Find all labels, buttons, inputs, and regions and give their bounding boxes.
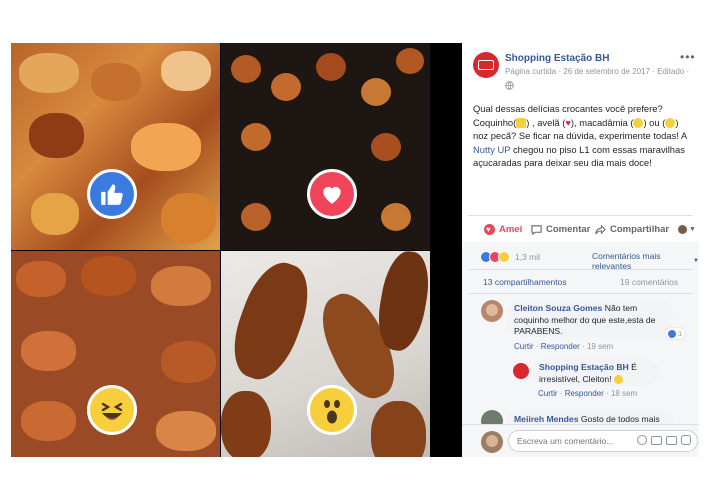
comment-text: Meiireh Mendes Gosto de todos mais [514,414,660,424]
like-small-icon [668,329,676,338]
composer-icons [637,435,691,445]
user-avatar [481,431,503,453]
post-text-line: açucaradas para deixar seu dia mais doce… [473,157,652,169]
comment-line: coquinho melhor do que este,esta de [514,314,656,325]
wow-emoji-icon [665,118,676,129]
reaction-summary-icons[interactable]: 1,3 mil [480,251,540,263]
post-photo[interactable] [11,43,461,457]
amei-button[interactable]: ♥ Amei [484,224,522,235]
more-horizontal-icon[interactable]: ••• [680,51,696,63]
reply-avatar[interactable] [513,363,529,379]
comment-fragment: Gosto de todos mais [578,414,660,424]
caret-down-icon: ▼ [693,258,699,264]
sort-label: Comentários mais relevantes [592,251,661,271]
post-text: Qual dessas delícias crocantes você pref… [473,102,695,170]
globe-icon [505,77,514,95]
comment-author-link[interactable]: Cleiton Souza Gomes [514,303,602,313]
post-text-fragment: ), macadâmia ( [570,116,634,128]
commenter-avatar[interactable] [481,300,503,322]
post-lightbox: Shopping Estação BH Página curtida · 26 … [11,43,699,457]
small-avatar-icon [678,225,687,234]
post-text-line: Coquinho() , avelã (♥), macadâmia () ou … [473,116,695,130]
reply-fragment: É [628,362,637,372]
comment-icon [531,225,542,235]
comment-label: Comentar [546,224,591,235]
sticker-icon[interactable] [681,435,691,445]
comment-line: PARABENS. [514,326,563,336]
comment-line: Cleiton Souza Gomes Não tem [514,303,672,315]
comment-reaction-badge[interactable]: 1 [665,328,686,339]
comment-reaction-count: 1 [678,329,683,338]
haha-reaction-icon [87,385,137,435]
like-reaction-icon [87,169,137,219]
comment-input-box[interactable] [508,430,698,452]
camera-icon[interactable] [651,436,662,445]
reply-fragment: irresistível, Cleiton! [539,373,612,384]
comment-author-link[interactable]: Meiireh Mendes [514,414,578,424]
shares-link[interactable]: 13 compartilhamentos [483,277,567,287]
photo-coquinho [11,43,220,250]
smile-emoji-icon [613,374,623,384]
page-avatar[interactable] [473,52,499,78]
post-text-fragment: Coquinho( [473,116,517,128]
comment-actions: Curtir · Responder · 19 sem [514,342,614,351]
reply-like-link[interactable]: Curtir [538,389,558,398]
love-reaction-icon [307,169,357,219]
comments-count[interactable]: 19 comentários [620,277,678,287]
wow-small-icon [498,251,510,263]
emoji-icon[interactable] [637,435,647,445]
reply-actions: Curtir · Responder · 18 sem [538,389,638,398]
post-text-line: Qual dessas delícias crocantes você pref… [473,103,663,114]
chevron-down-icon: ▼ [689,226,696,233]
reply-text: Shopping Estação BH É irresistível, Clei… [539,362,659,385]
share-icon [595,224,606,235]
share-label: Compartilhar [610,224,670,235]
post-text-fragment: ) [675,116,679,128]
gif-icon[interactable] [666,436,677,445]
comment-button[interactable]: Comentar [531,224,590,235]
comment-reply-link[interactable]: Responder [541,342,580,351]
sort-comments-dropdown[interactable]: Comentários mais relevantes ▼ [592,251,699,271]
comment-fragment: Não tem [602,303,638,313]
reply-line: irresistível, Cleiton! [539,374,659,386]
divider [468,215,693,216]
wow-reaction-icon [307,385,357,435]
amei-label: Amei [499,224,523,235]
love-small-icon: ♥ [484,224,495,235]
comment-text: Cleiton Souza Gomes Não tem coquinho mel… [514,303,672,338]
post-text-fragment: ) , avelã ( [526,116,566,128]
post-text-fragment: chegou no piso L1 com essas maravilhas [510,143,685,155]
photo-avela [221,43,430,250]
post-meta: Página curtida · 26 de setembro de 2017 … [505,67,690,76]
divider [468,269,693,270]
comment-input[interactable] [517,434,627,448]
nutty-up-link[interactable]: Nutty UP [473,144,510,155]
reactions-count: 1,3 mil [515,252,541,262]
reply-line: Shopping Estação BH É [539,362,659,374]
reply-author-link[interactable]: Shopping Estação BH [539,362,629,372]
post-text-fragment: ) ou ( [643,116,666,128]
laugh-emoji-icon [633,118,644,129]
comment-time: 19 sem [586,342,614,351]
post-as-selector[interactable]: ▼ [678,225,696,234]
reply-reply-link[interactable]: Responder [565,389,604,398]
divider [468,293,693,294]
post-text-line: Nutty UP chegou no piso L1 com essas mar… [473,143,695,157]
share-button[interactable]: Compartilhar [595,224,669,235]
comment-like-link[interactable]: Curtir [514,342,534,351]
page-name-link[interactable]: Shopping Estação BH [505,53,609,64]
post-text-line: noz pecã? Se ficar na dúvida, experiment… [473,130,688,142]
post-panel: Shopping Estação BH Página curtida · 26 … [462,43,699,457]
reply-time: 18 sem [610,389,638,398]
like-emoji-icon [516,118,527,129]
